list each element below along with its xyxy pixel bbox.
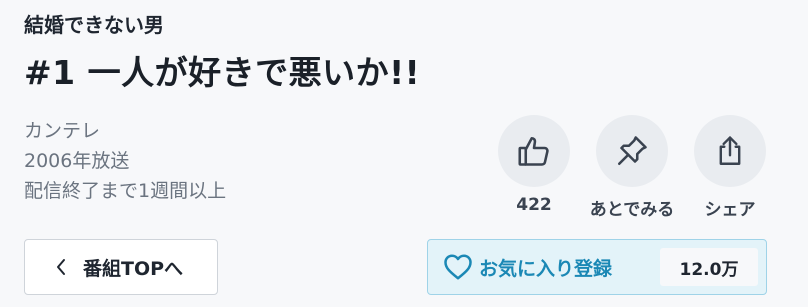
watch-later-button[interactable]: あとでみる [587, 115, 677, 220]
episode-title: #1 一人が好きで悪いか!! [24, 53, 421, 92]
pin-icon [614, 133, 650, 169]
share-label: シェア [704, 200, 756, 220]
share-button[interactable]: シェア [685, 115, 775, 220]
share-icon [713, 134, 747, 168]
watch-later-label: あとでみる [589, 200, 675, 220]
share-circle[interactable] [694, 115, 766, 187]
like-circle[interactable] [498, 115, 570, 187]
like-count: 422 [516, 195, 552, 215]
chevron-left-icon [55, 259, 69, 275]
series-title: 結婚できない男 [24, 13, 164, 37]
watch-later-circle[interactable] [596, 115, 668, 187]
favorite-label: お気に入り登録 [479, 257, 613, 280]
series-top-button[interactable]: 番組TOPへ [24, 239, 218, 295]
favorite-button[interactable]: お気に入り登録 12.0万 [427, 239, 767, 295]
episode-meta: カンテレ 2006年放送 配信終了まで1週間以上 [24, 116, 226, 206]
broadcaster: カンテレ [24, 120, 101, 142]
series-top-label: 番組TOPへ [83, 257, 184, 280]
favorite-count: 12.0万 [660, 248, 758, 286]
thumbs-up-icon [516, 133, 552, 169]
heart-icon [443, 253, 473, 281]
like-button[interactable]: 422 [489, 115, 579, 215]
action-buttons: 422 あとでみる シェア [498, 115, 770, 221]
air-year: 2006年放送 [24, 150, 130, 172]
availability: 配信終了まで1週間以上 [24, 180, 227, 202]
